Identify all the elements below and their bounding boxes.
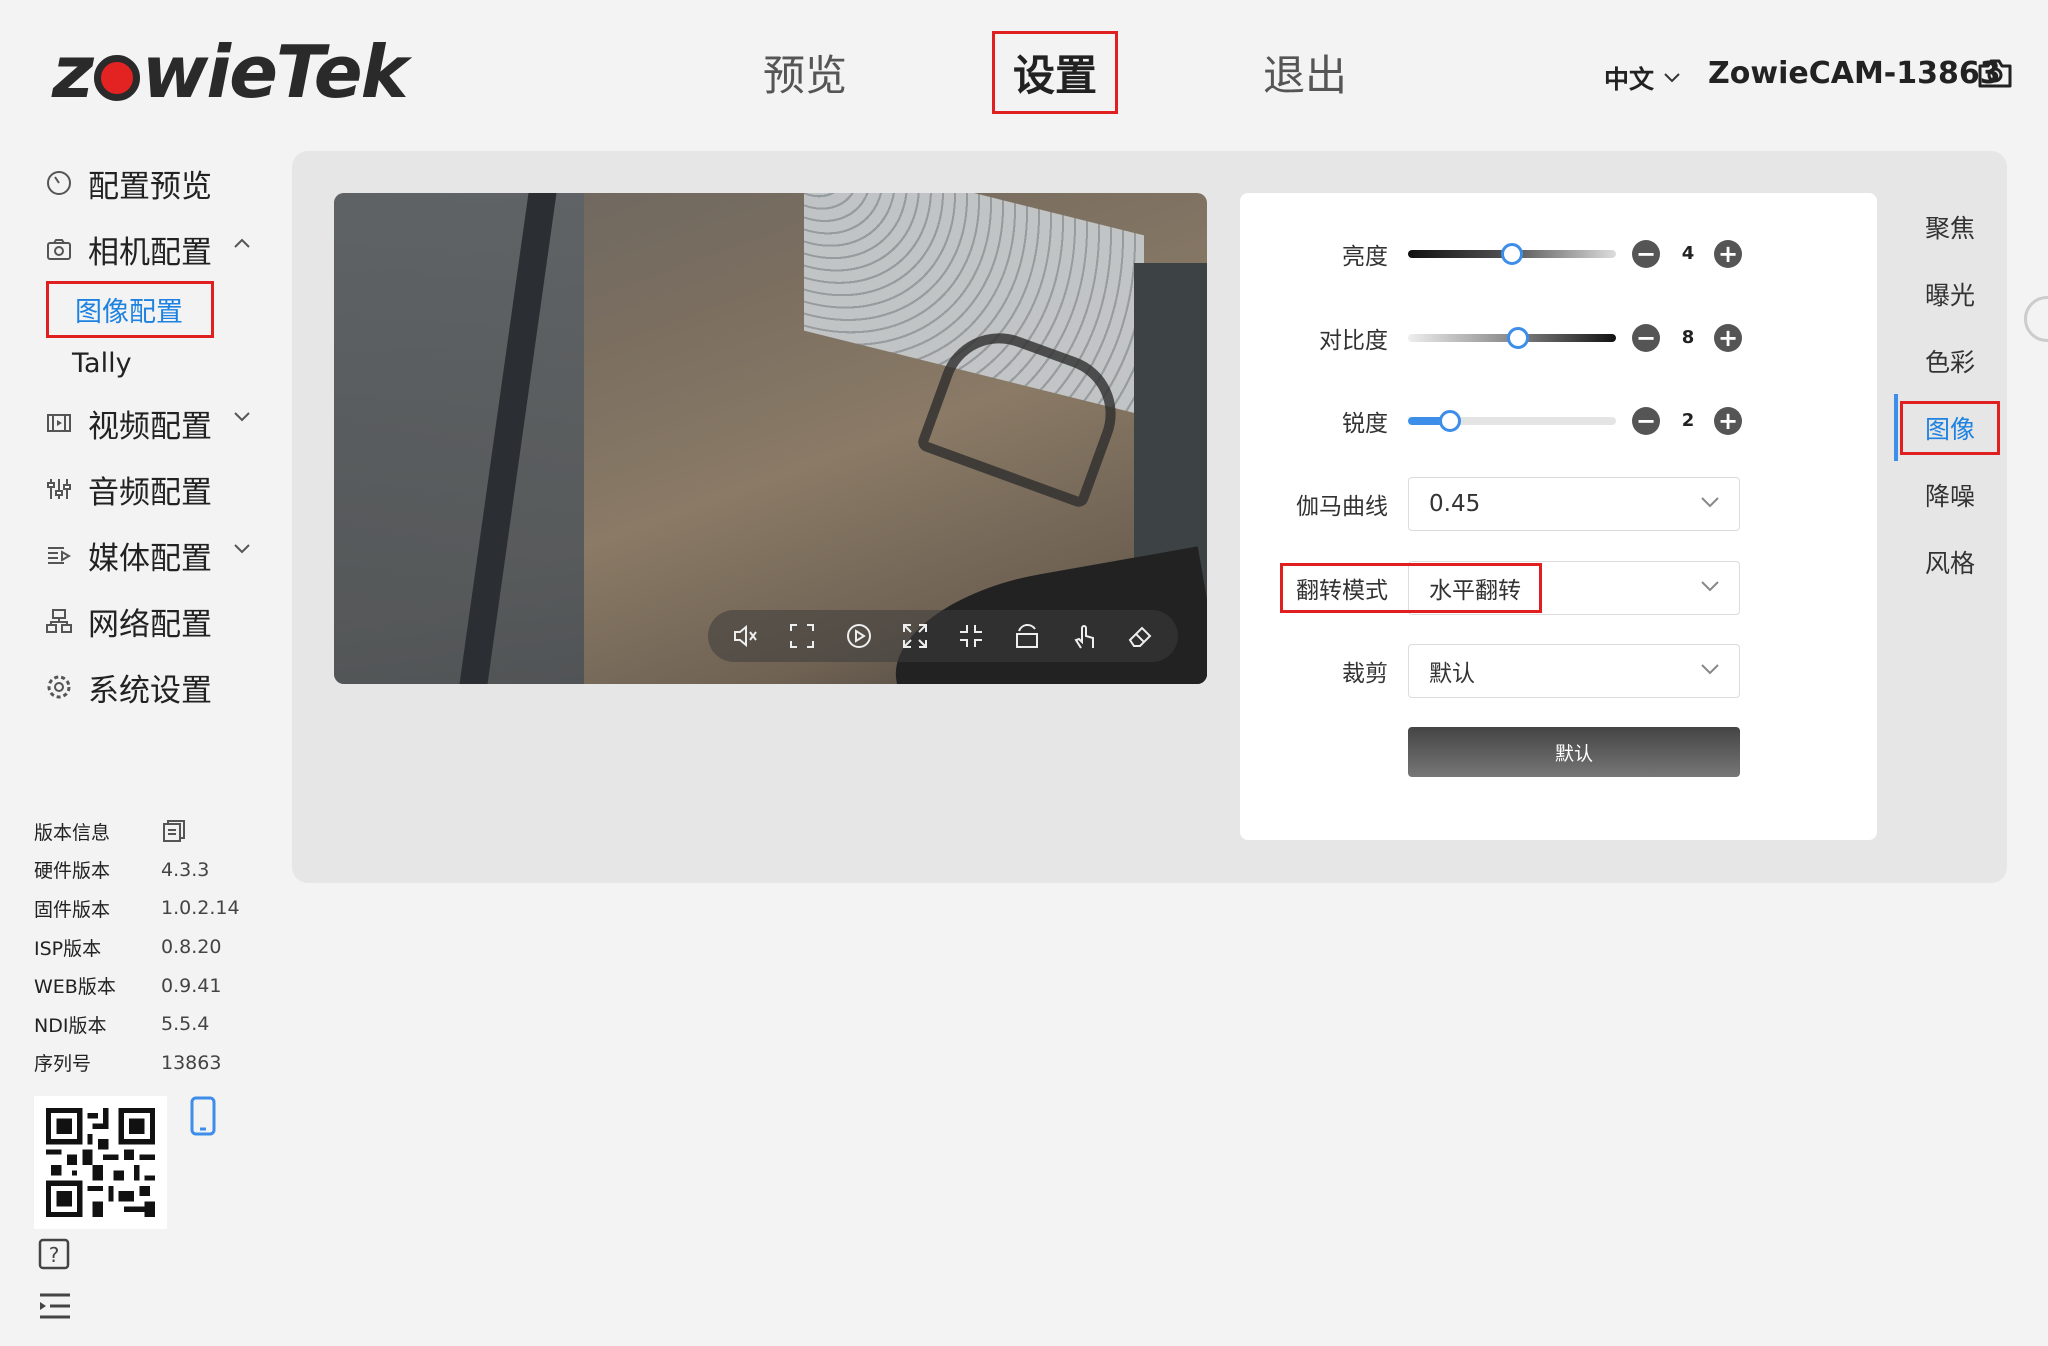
touch-icon[interactable] bbox=[1068, 620, 1100, 652]
qr-code bbox=[34, 1096, 167, 1229]
top-nav: 预览 设置 退出 bbox=[680, 30, 1430, 114]
chevron-down-icon bbox=[1701, 497, 1719, 508]
default-button[interactable]: 默认 bbox=[1408, 727, 1740, 777]
crop-select[interactable]: 默认 bbox=[1408, 644, 1740, 698]
brightness-decrease-button[interactable]: − bbox=[1632, 240, 1660, 268]
contrast-slider[interactable] bbox=[1408, 327, 1616, 349]
gamma-select[interactable]: 0.45 bbox=[1408, 477, 1740, 531]
flip-highlight bbox=[1280, 563, 1542, 613]
nav-logout[interactable]: 退出 bbox=[1180, 32, 1430, 112]
chevron-up-icon bbox=[234, 238, 250, 248]
sidebar-subitem-tally[interactable]: Tally bbox=[0, 336, 270, 390]
chevron-down-icon bbox=[234, 544, 250, 554]
chevron-down-icon bbox=[1701, 664, 1719, 675]
brightness-increase-button[interactable]: + bbox=[1714, 240, 1742, 268]
sharpness-row: 锐度 bbox=[1342, 411, 1388, 437]
shrink-icon[interactable] bbox=[955, 620, 987, 652]
version-info: 版本信息 硬件版本 4.3.3 固件版本 1.0.2.14 ISP版本 0.8.20 … bbox=[34, 812, 240, 1082]
eraser-icon[interactable] bbox=[1124, 620, 1156, 652]
collapse-menu-icon[interactable] bbox=[38, 1292, 72, 1320]
gear-icon bbox=[47, 675, 71, 699]
settings-edge-icon[interactable] bbox=[2024, 296, 2048, 342]
tab-color[interactable]: 色彩 bbox=[1894, 327, 2006, 394]
camera-outline-icon bbox=[47, 239, 71, 260]
sidebar: 配置预览 相机配置 图像配置 Tally 视频配置 音频配置 媒体配置 网络配置… bbox=[0, 150, 270, 720]
crop-row: 裁剪 bbox=[1342, 661, 1388, 687]
film-icon bbox=[47, 414, 71, 432]
rotate-icon[interactable] bbox=[1011, 620, 1043, 652]
tab-image[interactable]: 图像 bbox=[1894, 394, 2006, 461]
video-toolbar bbox=[708, 610, 1178, 662]
sidebar-subitem-image-config[interactable]: 图像配置 bbox=[0, 280, 270, 338]
brightness-slider[interactable] bbox=[1408, 243, 1616, 265]
sidebar-item-media-config[interactable]: 媒体配置 bbox=[0, 522, 270, 588]
camera-icon[interactable] bbox=[1976, 54, 2014, 92]
zowietek-logo: z wieTek bbox=[52, 30, 408, 114]
sharpness-value: 2 bbox=[1681, 410, 1695, 431]
nav-settings[interactable]: 设置 bbox=[930, 30, 1180, 114]
expand-icon[interactable] bbox=[899, 620, 931, 652]
fullscreen-icon[interactable] bbox=[786, 620, 818, 652]
phone-icon[interactable] bbox=[190, 1096, 216, 1136]
contrast-value: 8 bbox=[1681, 327, 1695, 348]
gauge-icon bbox=[47, 171, 71, 195]
sidebar-item-audio-config[interactable]: 音频配置 bbox=[0, 456, 270, 522]
chevron-down-icon bbox=[1664, 73, 1680, 83]
sidebar-item-system-settings[interactable]: 系统设置 bbox=[0, 654, 270, 720]
sidebar-item-config-preview[interactable]: 配置预览 bbox=[0, 150, 270, 216]
tab-noise-reduction[interactable]: 降噪 bbox=[1894, 461, 2006, 528]
tab-focus[interactable]: 聚焦 bbox=[1894, 193, 2006, 260]
chevron-down-icon bbox=[1701, 581, 1719, 592]
record-play-icon[interactable] bbox=[843, 620, 875, 652]
contrast-row: 对比度 bbox=[1319, 328, 1388, 354]
device-name: ZowieCAM-13863 bbox=[1708, 56, 2001, 91]
chevron-down-icon bbox=[234, 412, 250, 422]
contrast-decrease-button[interactable]: − bbox=[1632, 324, 1660, 352]
copy-icon[interactable] bbox=[161, 818, 187, 844]
sliders-icon bbox=[47, 479, 71, 499]
brightness-value: 4 bbox=[1681, 243, 1695, 264]
version-title: 版本信息 bbox=[34, 821, 111, 844]
right-tabs: 聚焦 曝光 色彩 图像 降噪 风格 bbox=[1894, 193, 2006, 595]
brightness-row: 亮度 bbox=[1342, 244, 1388, 270]
network-icon bbox=[46, 609, 72, 633]
sharpness-thumb[interactable] bbox=[1438, 410, 1461, 432]
sidebar-item-video-config[interactable]: 视频配置 bbox=[0, 390, 270, 456]
sidebar-item-camera-config[interactable]: 相机配置 bbox=[0, 216, 270, 282]
contrast-increase-button[interactable]: + bbox=[1714, 324, 1742, 352]
gamma-row: 伽马曲线 bbox=[1296, 494, 1388, 520]
mute-icon[interactable] bbox=[730, 620, 762, 652]
sidebar-item-network-config[interactable]: 网络配置 bbox=[0, 588, 270, 654]
tab-style[interactable]: 风格 bbox=[1894, 528, 2006, 595]
video-preview[interactable] bbox=[334, 193, 1207, 684]
language-select[interactable]: 中文 bbox=[1604, 60, 1680, 96]
contrast-thumb[interactable] bbox=[1507, 327, 1530, 349]
sharpness-decrease-button[interactable]: − bbox=[1632, 407, 1660, 435]
svg-text:?: ? bbox=[49, 1243, 60, 1267]
sharpness-slider[interactable] bbox=[1408, 410, 1616, 432]
sharpness-increase-button[interactable]: + bbox=[1714, 407, 1742, 435]
nav-preview[interactable]: 预览 bbox=[680, 32, 930, 112]
logo-dot bbox=[93, 55, 140, 101]
tab-exposure[interactable]: 曝光 bbox=[1894, 260, 2006, 327]
media-icon bbox=[48, 547, 72, 564]
brightness-thumb[interactable] bbox=[1501, 243, 1523, 265]
image-settings-panel: 亮度 − 4 + 对比度 − 8 + 锐度 − 2 + 伽马曲线 0.45 翻转… bbox=[1240, 193, 1877, 840]
help-icon[interactable]: ? bbox=[38, 1238, 70, 1270]
